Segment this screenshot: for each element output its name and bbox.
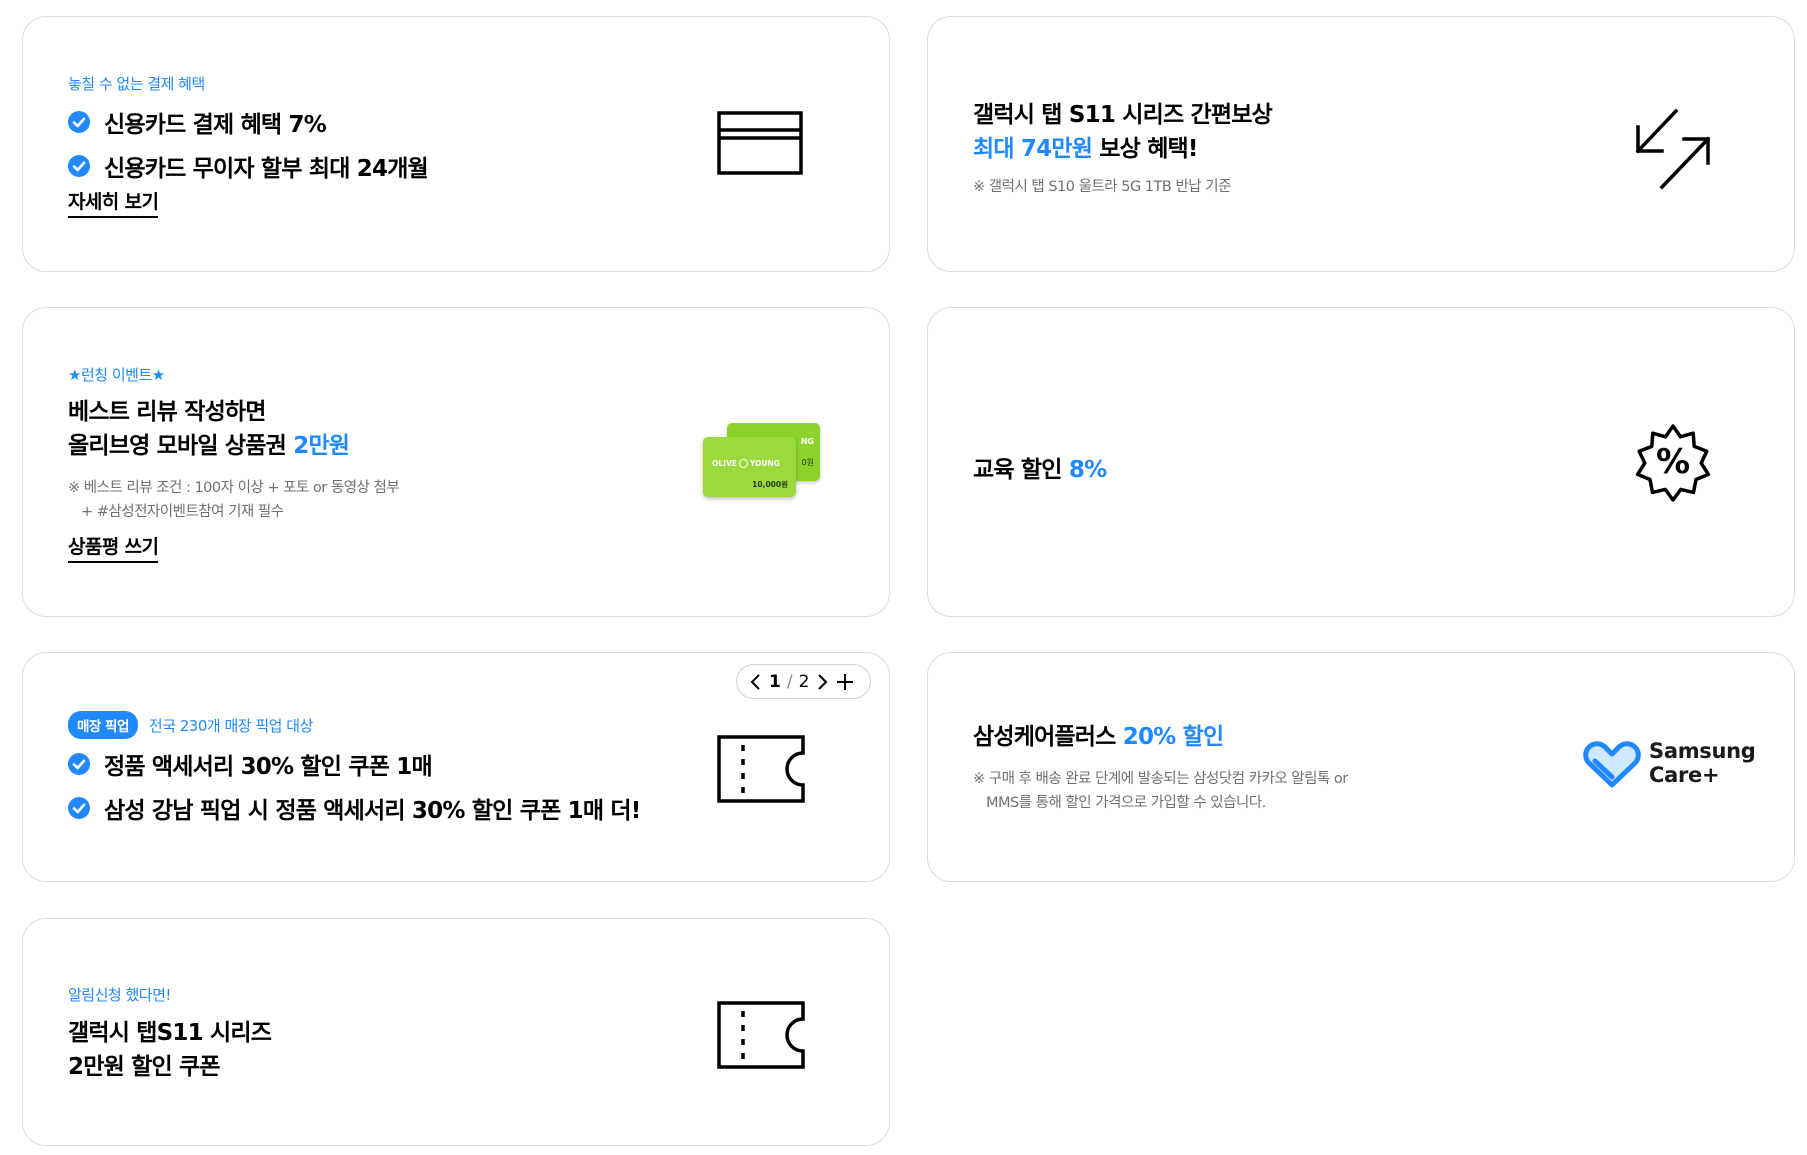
review-title-2-text: 올리브영 모바일 상품권 [68,433,294,459]
notify-eyebrow: 알림신청 했다면! [68,986,171,1004]
coupon-icon [717,735,805,803]
card-store-pickup: 1 / 2 매장 픽업 전국 230개 매장 픽업 대상 정품 액세서리 30%… [22,652,890,882]
notify-title-1: 갤럭시 탭S11 시리즈 [68,1020,272,1046]
check-icon [68,797,90,819]
pickup-benefit-row-1: 정품 액세서리 30% 할인 쿠폰 1매 [68,747,433,781]
gift-card-image: NG 0원 OLIVE YOUNG 10,000원 [703,423,823,513]
check-icon [68,753,90,775]
details-link[interactable]: 자세히 보기 [68,187,159,218]
review-note-1: ※ 베스트 리뷰 조건 : 100자 이상 + 포토 or 동영상 첨부 [68,480,400,496]
benefit-text-2: 신용카드 무이자 할부 최대 24개월 [104,156,429,182]
education-discount-rate: 8% [1068,457,1107,483]
pager-total: 2 [798,671,810,692]
review-reward-amount: 2만원 [293,433,350,459]
write-review-link[interactable]: 상품평 쓰기 [68,532,159,563]
discount-badge-icon: % [1630,420,1716,506]
chevron-left-icon [750,673,760,690]
gift-card-amount: 10,000원 [752,480,788,489]
gift-card-back-tag: NG [800,437,814,446]
heart-logo-icon [1583,741,1641,788]
review-note-2: + #삼성전자이벤트참여 기재 필수 [81,504,284,520]
check-icon [68,111,90,133]
card-care-plus: 삼성케어플러스 20% 할인 ※ 구매 후 배송 완료 단계에 발송되는 삼성닷… [927,652,1795,882]
education-title: 교육 할인 8% [973,450,1107,484]
carousel-pager: 1 / 2 [736,664,871,699]
care-plus-discount: 20% 할인 [1122,724,1224,750]
gift-card-brand-left: OLIVE [712,459,737,468]
review-title-2: 올리브영 모바일 상품권 2만원 [68,426,350,460]
pager-expand-button[interactable] [835,672,855,692]
education-title-text: 교육 할인 [973,457,1069,483]
trade-in-note: ※ 갤럭시 탭 S10 울트라 5G 1TB 반납 기준 [973,179,1231,195]
card-payment-benefit: 놓칠 수 없는 결제 혜택 신용카드 결제 혜택 7% 신용카드 무이자 할부 … [22,16,890,272]
review-title-1: 베스트 리뷰 작성하면 [68,399,266,425]
care-plus-title: 삼성케어플러스 20% 할인 [973,717,1224,751]
pickup-eyebrow-row: 매장 픽업 전국 230개 매장 픽업 대상 [68,711,313,739]
care-logo-text-2: Care+ [1649,763,1720,787]
card-trade-in: 갤럭시 탭 S11 시리즈 간편보상 최대 74만원 보상 혜택! ※ 갤럭시 … [927,16,1795,272]
notify-title-2: 2만원 할인 쿠폰 [68,1054,221,1080]
credit-card-icon [717,111,803,175]
benefit-text-1: 신용카드 결제 혜택 7% [104,112,327,138]
trade-in-benefit-text: 보상 혜택! [1092,136,1198,162]
gift-card-back-amount: 0원 [801,458,814,467]
pager-prev-button[interactable] [749,673,763,691]
card-education-discount: 교육 할인 8% % [927,307,1795,617]
exchange-arrows-icon [1635,108,1711,190]
pickup-badge: 매장 픽업 [68,711,138,739]
pager-current: 1 [769,671,781,692]
gift-card-brand-right: YOUNG [749,459,780,468]
benefit-row-2: 신용카드 무이자 할부 최대 24개월 [68,149,429,183]
care-plus-note-2: MMS를 통해 할인 가격으로 가입할 수 있습니다. [986,795,1266,811]
pager-separator: / [786,671,793,692]
chevron-right-icon [818,673,828,690]
payment-eyebrow: 놓칠 수 없는 결제 혜택 [68,75,205,93]
pickup-benefit-row-2: 삼성 강남 픽업 시 정품 액세서리 30% 할인 쿠폰 1매 더! [68,791,641,825]
pickup-eyebrow: 전국 230개 매장 픽업 대상 [148,716,313,735]
card-review-event: ★런칭 이벤트★ 베스트 리뷰 작성하면 올리브영 모바일 상품권 2만원 ※ … [22,307,890,617]
pickup-benefit-text-2: 삼성 강남 픽업 시 정품 액세서리 30% 할인 쿠폰 1매 더! [104,798,641,824]
discount-badge-text: % [1655,442,1691,482]
pager-next-button[interactable] [815,673,829,691]
review-eyebrow: ★런칭 이벤트★ [68,366,165,384]
trade-in-amount: 최대 74만원 [973,136,1093,162]
coupon-icon [717,1001,805,1069]
trade-in-title: 갤럭시 탭 S11 시리즈 간편보상 [973,102,1273,128]
check-icon [68,155,90,177]
samsung-care-logo: Samsung Care+ [1583,739,1763,791]
care-logo-text-1: Samsung [1649,739,1756,763]
trade-in-benefit: 최대 74만원 보상 혜택! [973,129,1198,163]
care-plus-note-1: ※ 구매 후 배송 완료 단계에 발송되는 삼성닷컴 카카오 알림톡 or [973,771,1348,787]
gift-card-front: OLIVE YOUNG 10,000원 [703,437,796,497]
gift-card-brand: OLIVE YOUNG [712,459,780,468]
card-notify-coupon: 알림신청 했다면! 갤럭시 탭S11 시리즈 2만원 할인 쿠폰 [22,918,890,1146]
plus-icon [837,673,854,690]
care-plus-title-text: 삼성케어플러스 [973,724,1123,750]
pickup-benefit-text-1: 정품 액세서리 30% 할인 쿠폰 1매 [104,754,433,780]
gift-card-logo-icon [738,459,748,468]
benefit-row-1: 신용카드 결제 혜택 7% [68,105,327,139]
